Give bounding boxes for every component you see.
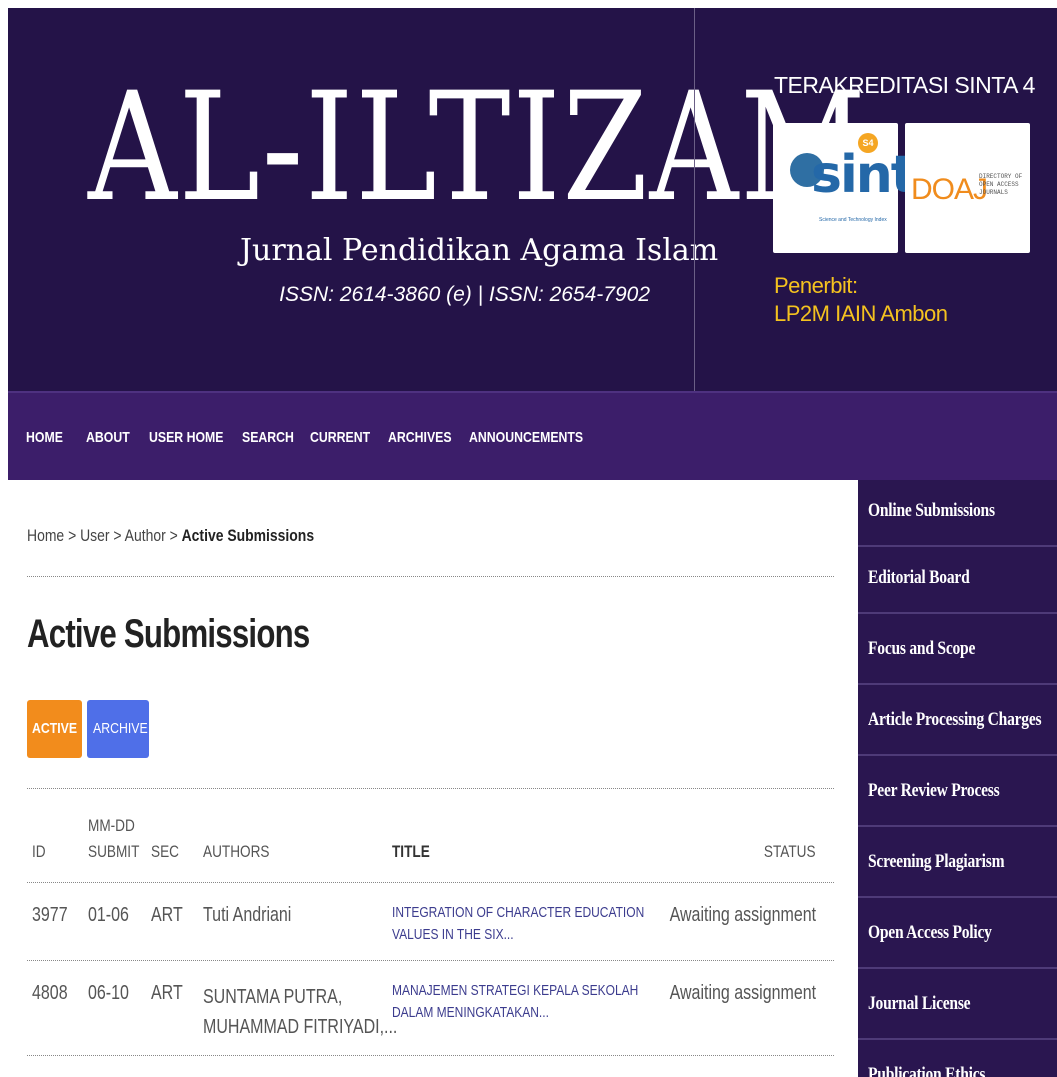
publisher-label: Penerbit: xyxy=(774,273,858,298)
breadcrumb-separator: > xyxy=(109,526,125,545)
submission-status: Awaiting assignment xyxy=(669,904,816,926)
nav-archives[interactable]: ARCHIVES xyxy=(388,429,452,446)
sinta-grade-badge: S4 xyxy=(858,133,878,153)
sidebar-item-label: Focus and Scope xyxy=(868,638,976,659)
nav-user-home[interactable]: USER HOME xyxy=(149,429,223,446)
sinta-tagline: Science and Technology Index xyxy=(819,217,887,223)
row-divider xyxy=(27,960,834,961)
sidebar-item-editorial-board[interactable]: Editorial Board xyxy=(858,547,1057,614)
nav-announcements[interactable]: ANNOUNCEMENTS xyxy=(469,429,583,446)
sidebar-item-label: Article Processing Charges xyxy=(868,709,1042,730)
sidebar-item-label: Publication Ethics xyxy=(868,1064,986,1077)
nav-search[interactable]: SEARCH xyxy=(242,429,294,446)
row-divider xyxy=(27,1055,834,1056)
tab-archive[interactable]: ARCHIVE xyxy=(87,700,149,758)
sidebar-item-online-submissions[interactable]: Online Submissions xyxy=(858,480,1057,547)
submission-title-link[interactable]: INTEGRATION OF CHARACTER EDUCATION VALUE… xyxy=(392,902,644,946)
submission-date: 06-10 xyxy=(88,982,129,1004)
submission-id: 4808 xyxy=(32,982,68,1004)
breadcrumb-user[interactable]: User xyxy=(80,526,109,545)
sinta-badge[interactable]: sinta S4 Science and Technology Index xyxy=(773,123,949,253)
submission-title-line: DALAM MENINGKATAKAN... xyxy=(392,1004,549,1021)
submission-section: ART xyxy=(151,982,183,1004)
submission-title-line: INTEGRATION OF CHARACTER EDUCATION xyxy=(392,904,645,921)
submission-authors: SUNTAMA PUTRA, MUHAMMAD FITRIYADI,... xyxy=(203,982,397,1042)
column-header-date-submit[interactable]: SUBMIT xyxy=(88,842,139,862)
column-header-id[interactable]: ID xyxy=(32,842,46,862)
breadcrumb-author[interactable]: Author xyxy=(125,526,166,545)
journal-issn: ISSN: 2614-3860 (e) | ISSN: 2654-7902 xyxy=(279,283,650,306)
doaj-wordmark: DOAJ xyxy=(911,173,988,206)
sidebar-item-focus-scope[interactable]: Focus and Scope xyxy=(858,618,1057,685)
sidebar-item-screening-plagiarism[interactable]: Screening Plagiarism xyxy=(858,831,1057,898)
sidebar-item-label: Screening Plagiarism xyxy=(868,851,1005,872)
sidebar-item-journal-license[interactable]: Journal License xyxy=(858,973,1057,1040)
submission-author-line: SUNTAMA PUTRA, xyxy=(203,986,343,1008)
sidebar-item-label: Online Submissions xyxy=(868,500,995,521)
banner-divider xyxy=(694,8,695,391)
sidebar-item-label: Editorial Board xyxy=(868,567,970,588)
doaj-badge[interactable]: DOAJ DIRECTORY OF OPEN ACCESS JOURNALS xyxy=(905,123,1030,253)
tab-active[interactable]: ACTIVE xyxy=(27,700,82,758)
submission-date: 01-06 xyxy=(88,904,129,926)
doaj-tagline: DIRECTORY OF OPEN ACCESS JOURNALS xyxy=(979,173,1023,196)
breadcrumb-separator: > xyxy=(64,526,81,545)
nav-current[interactable]: CURRENT xyxy=(310,429,370,446)
publisher-info: Penerbit: LP2M IAIN Ambon xyxy=(774,272,948,328)
divider xyxy=(27,788,834,789)
sidebar-item-publication-ethics[interactable]: Publication Ethics xyxy=(858,1044,1057,1077)
tab-archive-label: ARCHIVE xyxy=(93,720,148,737)
publisher-name: LP2M IAIN Ambon xyxy=(774,301,948,326)
divider xyxy=(27,576,834,577)
breadcrumb-current[interactable]: Active Submissions xyxy=(182,526,314,545)
journal-subtitle: Jurnal Pendidikan Agama Islam xyxy=(240,233,719,268)
submission-id: 3977 xyxy=(32,904,68,926)
divider xyxy=(27,882,834,883)
submission-authors: Tuti Andriani xyxy=(203,904,292,926)
column-header-date-top[interactable]: MM-DD xyxy=(88,816,135,836)
sidebar-item-open-access[interactable]: Open Access Policy xyxy=(858,902,1057,969)
column-header-status[interactable]: STATUS xyxy=(764,842,816,862)
accreditation-label: TERAKREDITASI SINTA 4 xyxy=(774,72,1035,98)
breadcrumb: Home > User > Author > Active Submission… xyxy=(27,526,314,546)
submission-title-line: VALUES IN THE SIX... xyxy=(392,926,514,943)
nav-about[interactable]: ABOUT xyxy=(86,429,130,446)
header-banner: AL-ILTIZAM Jurnal Pendidikan Agama Islam… xyxy=(8,8,1057,391)
column-header-authors[interactable]: AUTHORS xyxy=(203,842,270,862)
submission-section: ART xyxy=(151,904,183,926)
breadcrumb-separator: > xyxy=(165,526,182,545)
submission-status: Awaiting assignment xyxy=(669,982,816,1004)
column-header-sec[interactable]: SEC xyxy=(151,842,179,862)
submission-title-link[interactable]: MANAJEMEN STRATEGI KEPALA SEKOLAH DALAM … xyxy=(392,980,638,1024)
column-header-title[interactable]: TITLE xyxy=(392,842,430,862)
breadcrumb-home[interactable]: Home xyxy=(27,526,64,545)
sidebar-item-label: Open Access Policy xyxy=(868,922,992,943)
journal-logo-title[interactable]: AL-ILTIZAM xyxy=(88,48,866,248)
sidebar: Online Submissions Editorial Board Focus… xyxy=(858,480,1057,1077)
main-nav: HOME ABOUT USER HOME SEARCH CURRENT ARCH… xyxy=(8,391,1057,480)
sidebar-item-peer-review[interactable]: Peer Review Process xyxy=(858,760,1057,827)
page-title: Active Submissions xyxy=(27,612,310,656)
tab-active-label: ACTIVE xyxy=(31,720,78,737)
nav-home[interactable]: HOME xyxy=(26,429,63,446)
submission-title-line: MANAJEMEN STRATEGI KEPALA SEKOLAH xyxy=(392,982,639,999)
sidebar-item-article-processing-charges[interactable]: Article Processing Charges xyxy=(858,689,1057,756)
sidebar-item-label: Peer Review Process xyxy=(868,780,1000,801)
submission-author-line: MUHAMMAD FITRIYADI,... xyxy=(203,1016,398,1038)
sidebar-item-label: Journal License xyxy=(868,993,971,1014)
